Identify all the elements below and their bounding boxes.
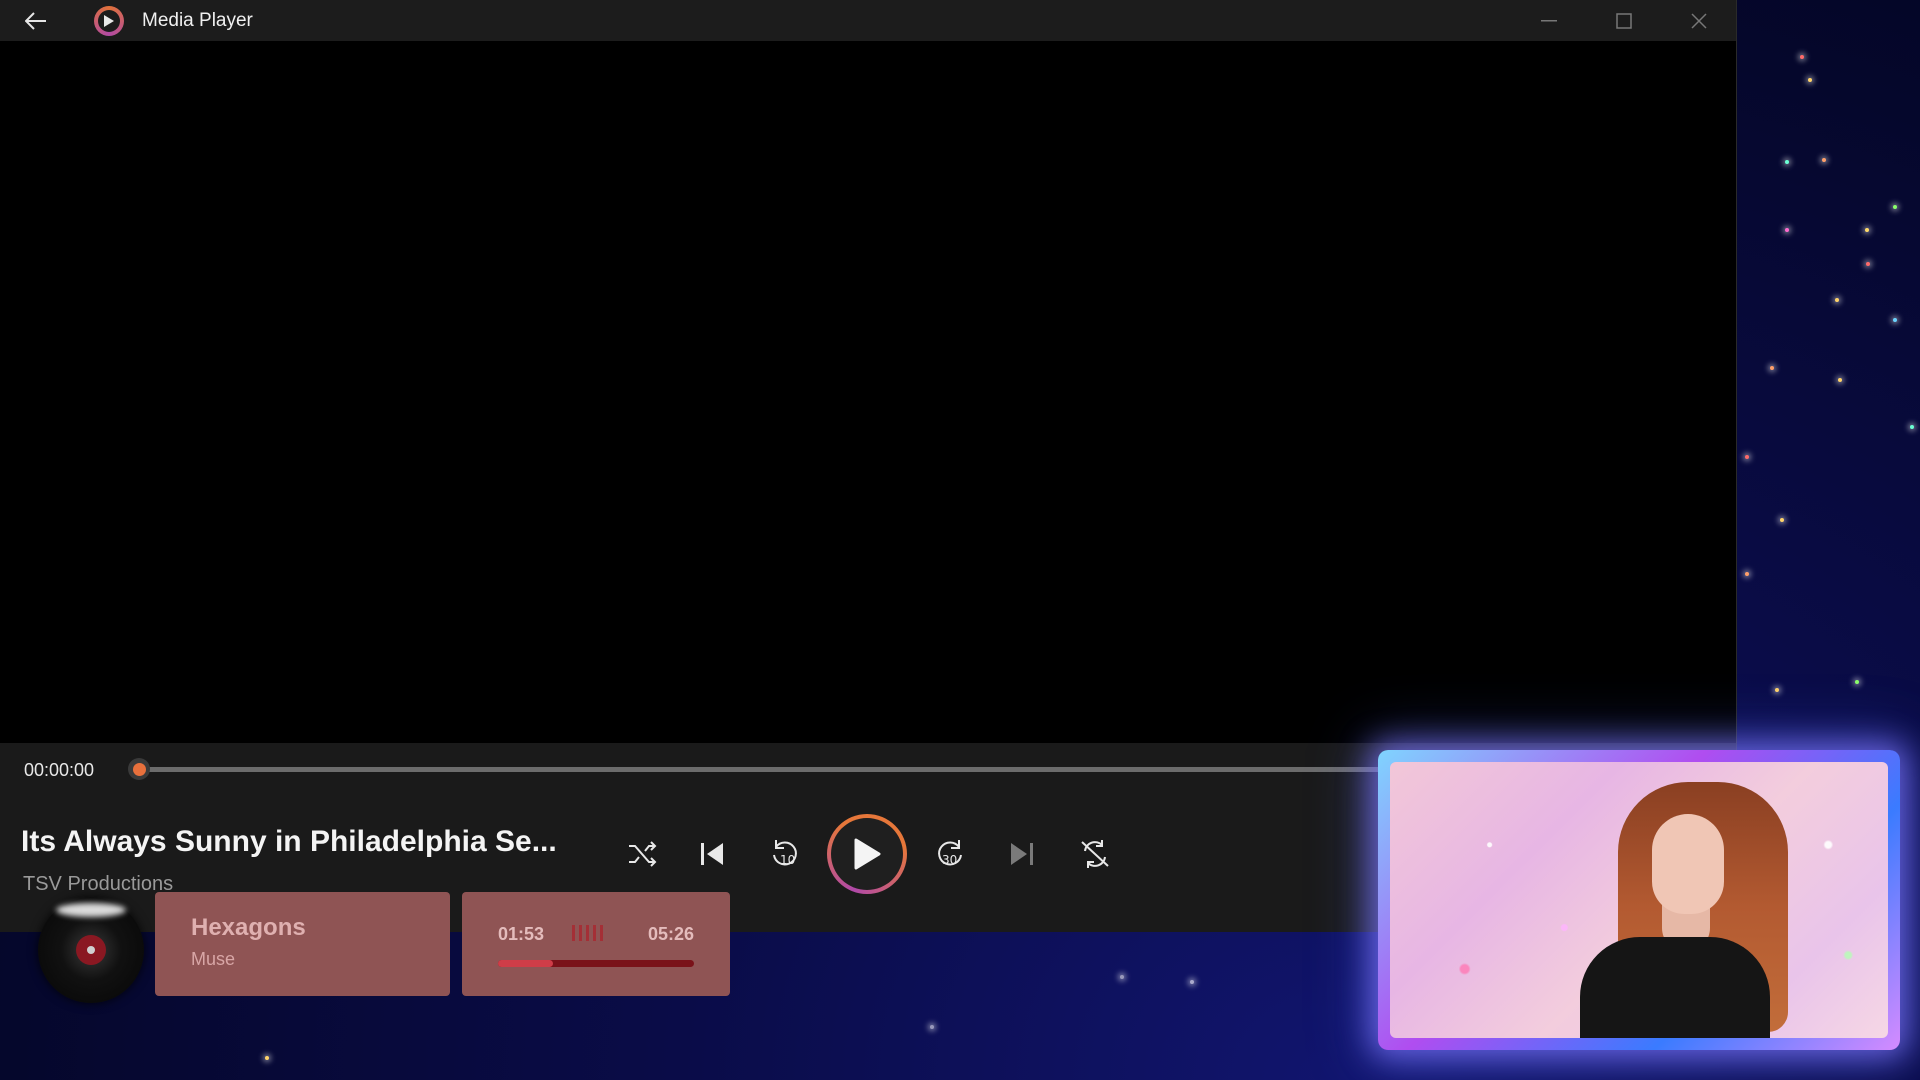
media-subtitle: TSV Productions (23, 873, 174, 895)
rewind-10-button[interactable]: 10 (763, 832, 807, 876)
skip-next-icon (1011, 843, 1033, 865)
now-playing-progress-fill (498, 960, 553, 967)
streamer-body (1580, 937, 1770, 1038)
shuffle-icon (629, 841, 657, 867)
skip-previous-icon (701, 843, 723, 865)
maximize-icon (1615, 12, 1632, 29)
now-playing-time-card: 01:53 05:26 (462, 892, 730, 996)
rewind-icon: 10 (773, 840, 797, 867)
window-title: Media Player (142, 9, 253, 31)
now-playing-progress (498, 960, 694, 967)
fast-forward-icon: 30 (938, 840, 962, 867)
seek-bar[interactable] (138, 767, 1398, 772)
title-bar: Media Player (0, 0, 1736, 41)
now-playing-song: Hexagons (191, 914, 306, 941)
close-icon (1690, 12, 1707, 29)
repeat-button[interactable] (1073, 832, 1117, 876)
webcam-feed (1390, 762, 1888, 1038)
play-icon (854, 838, 881, 870)
play-button[interactable] (827, 814, 907, 894)
shuffle-button[interactable] (622, 834, 662, 874)
vinyl-record-icon (38, 897, 144, 1003)
current-time: 00:00:00 (24, 760, 95, 780)
now-playing-elapsed: 01:53 (498, 924, 545, 944)
next-button[interactable] (1002, 834, 1042, 874)
back-button[interactable] (0, 0, 72, 41)
now-playing-artist: Muse (191, 949, 236, 969)
repeat-off-icon (1081, 840, 1109, 868)
now-playing-total: 05:26 (647, 924, 694, 944)
seek-thumb[interactable] (128, 758, 150, 780)
streamer-face (1652, 814, 1724, 914)
now-playing-card: Hexagons Muse (155, 892, 450, 996)
arrow-left-icon (25, 11, 46, 30)
video-canvas[interactable] (0, 41, 1736, 743)
equalizer-icon (572, 925, 603, 941)
previous-button[interactable] (692, 834, 732, 874)
minimize-icon (1540, 19, 1557, 21)
forward-label: 30 (942, 853, 957, 867)
minimize-button[interactable] (1511, 0, 1586, 41)
rewind-label: 10 (780, 853, 795, 867)
webcam-frame (1378, 750, 1900, 1050)
close-button[interactable] (1661, 0, 1736, 41)
forward-30-button[interactable]: 30 (928, 832, 972, 876)
media-title: Its Always Sunny in Philadelphia Se... (21, 825, 557, 858)
maximize-button[interactable] (1586, 0, 1661, 41)
media-player-logo-icon (94, 5, 124, 36)
